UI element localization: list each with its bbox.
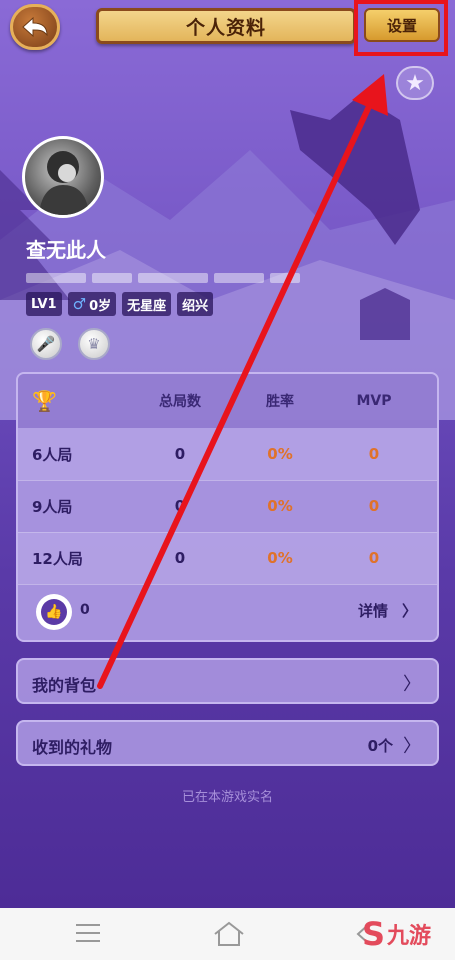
profile-screen: 个人资料 设置 ★ 查无此人 LV1 ♂ 0岁 无星座 绍兴 🎤 ♛ 🏆 总局数… [0, 0, 455, 960]
watermark-s-icon: S [362, 915, 386, 953]
watermark-logo: S 九游 [362, 918, 431, 950]
menu-icon[interactable] [76, 924, 100, 942]
home-icon[interactable] [212, 920, 246, 948]
annotation-arrow [97, 74, 388, 689]
watermark-text: 九游 [387, 924, 432, 949]
